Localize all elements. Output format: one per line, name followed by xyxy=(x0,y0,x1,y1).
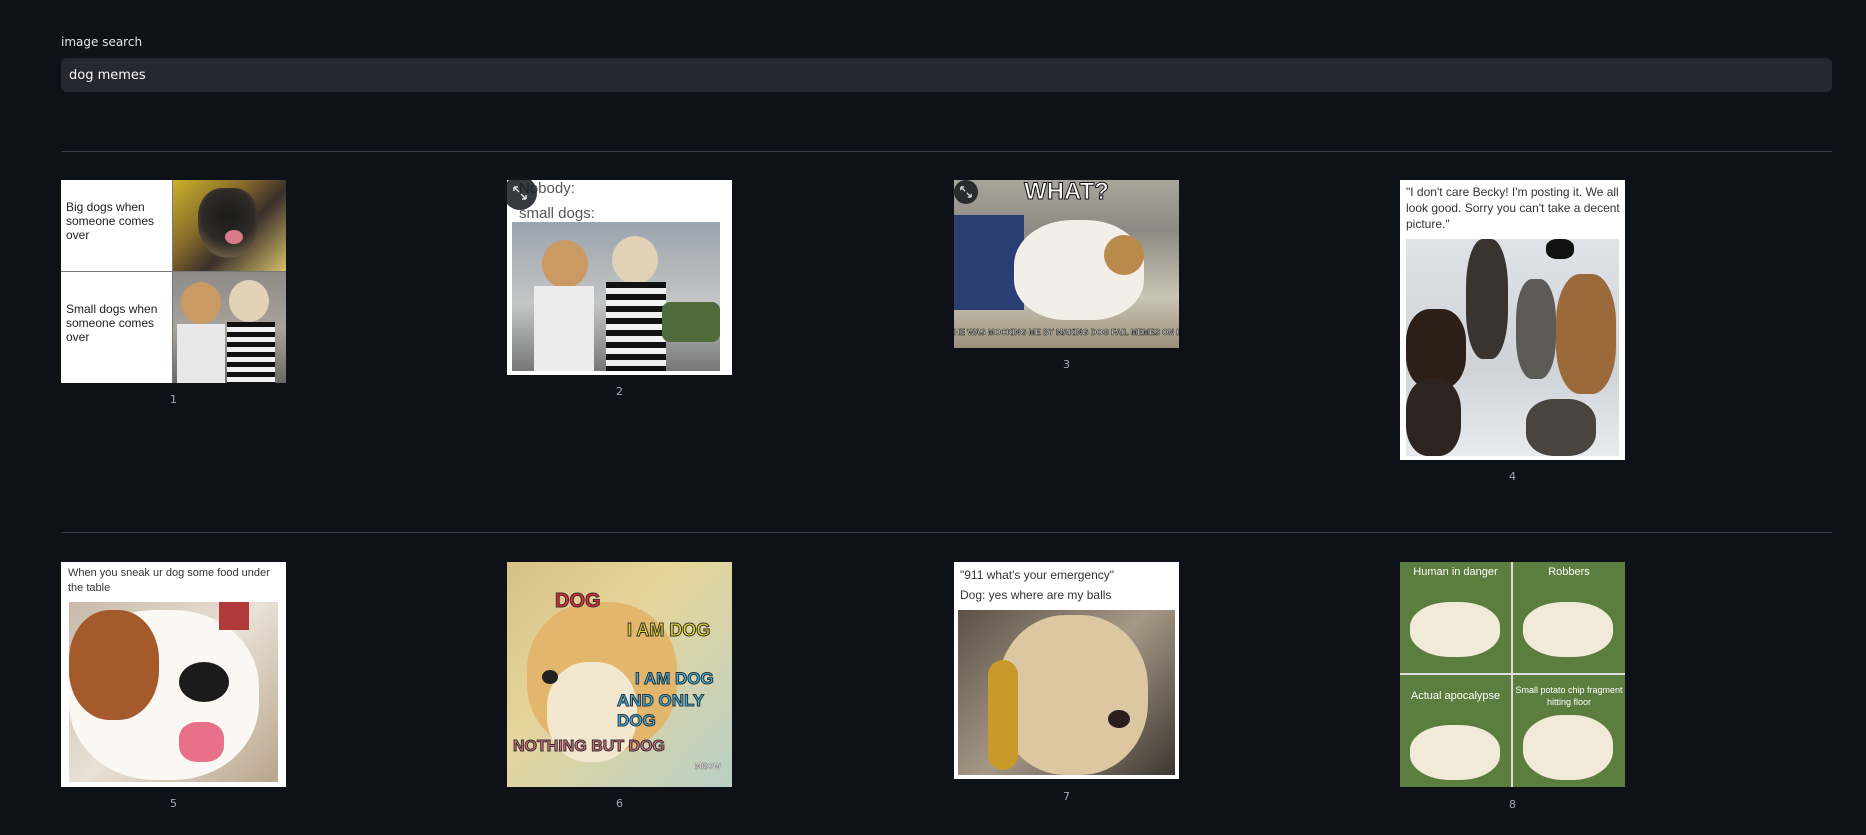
meme-7-line1: "911 what's your emergency" xyxy=(960,568,1114,582)
meme-6-text-2: I AM DOG xyxy=(626,620,711,641)
meme-6-text-4: NOTHING BUT DOG xyxy=(513,738,666,756)
expand-icon xyxy=(960,186,972,198)
result-image-6[interactable]: DOG I AM DOG I AM DOG AND ONLY DOG NOTHI… xyxy=(507,562,732,787)
caption-5: 5 xyxy=(170,797,177,810)
meme-8-q1: Human in danger xyxy=(1413,566,1498,578)
search-label: image search xyxy=(61,35,143,49)
search-input[interactable] xyxy=(61,58,1832,92)
caption-4: 4 xyxy=(1509,470,1516,483)
meme-6-text-1: DOG xyxy=(555,590,602,613)
meme-4-text: "I don't care Becky! I'm posting it. We … xyxy=(1406,185,1620,231)
meme-3-top-text: WHAT? xyxy=(1024,180,1110,206)
meme-8-q4: Small potato chip fragment hitting floor xyxy=(1515,685,1623,707)
meme-8-q2: Robbers xyxy=(1548,566,1590,578)
dog-phone-photo xyxy=(958,610,1175,775)
meme-6-text-3: I AM DOG xyxy=(635,669,715,689)
divider xyxy=(61,151,1832,152)
divider xyxy=(61,532,1832,533)
result-image-2[interactable]: Nobody: small dogs: xyxy=(507,180,732,375)
small-dogs-photo xyxy=(173,272,286,383)
result-image-4[interactable]: "I don't care Becky! I'm posting it. We … xyxy=(1400,180,1625,460)
result-image-8[interactable]: Human in danger Robbers Actual apocalyps… xyxy=(1400,562,1625,787)
expand-icon xyxy=(513,186,527,200)
small-dogs-photo xyxy=(512,222,720,371)
expand-button[interactable] xyxy=(954,180,978,204)
caption-6: 6 xyxy=(616,797,623,810)
result-image-7[interactable]: "911 what's your emergency" Dog: yes whe… xyxy=(954,562,1179,779)
meme-7-line2: Dog: yes where are my balls xyxy=(960,588,1112,602)
meme-3-bottom-text: HE WAS MOCKING ME BY MAKING DOG FAIL MEM… xyxy=(954,328,1179,337)
dogs-group-photo xyxy=(1406,239,1619,456)
result-image-5[interactable]: When you sneak ur dog some food under th… xyxy=(61,562,286,787)
meme-6-text-3b: AND ONLY DOG xyxy=(617,691,705,731)
caption-8: 8 xyxy=(1509,798,1516,811)
meme-2-line2: small dogs: xyxy=(519,205,595,222)
caption-7: 7 xyxy=(1063,790,1070,803)
dog-photo xyxy=(69,602,278,782)
expand-button[interactable] xyxy=(503,176,537,210)
meme-1-top-text: Big dogs when someone comes over xyxy=(66,200,155,242)
result-image-3[interactable]: WHAT? HE WAS MOCKING ME BY MAKING DOG FA… xyxy=(954,180,1179,348)
meme-1-bottom-text: Small dogs when someone comes over xyxy=(66,302,158,344)
big-dog-photo xyxy=(173,180,286,271)
caption-2: 2 xyxy=(616,385,623,398)
caption-1: 1 xyxy=(170,393,177,406)
meme-8-q3: Actual apocalypse xyxy=(1410,690,1501,702)
caption-3: 3 xyxy=(1063,358,1070,371)
result-image-1[interactable]: Big dogs when someone comes over Small d… xyxy=(61,180,286,383)
meme-6-text-5: MEOW xyxy=(695,762,721,771)
meme-5-text: When you sneak ur dog some food under th… xyxy=(68,567,270,594)
